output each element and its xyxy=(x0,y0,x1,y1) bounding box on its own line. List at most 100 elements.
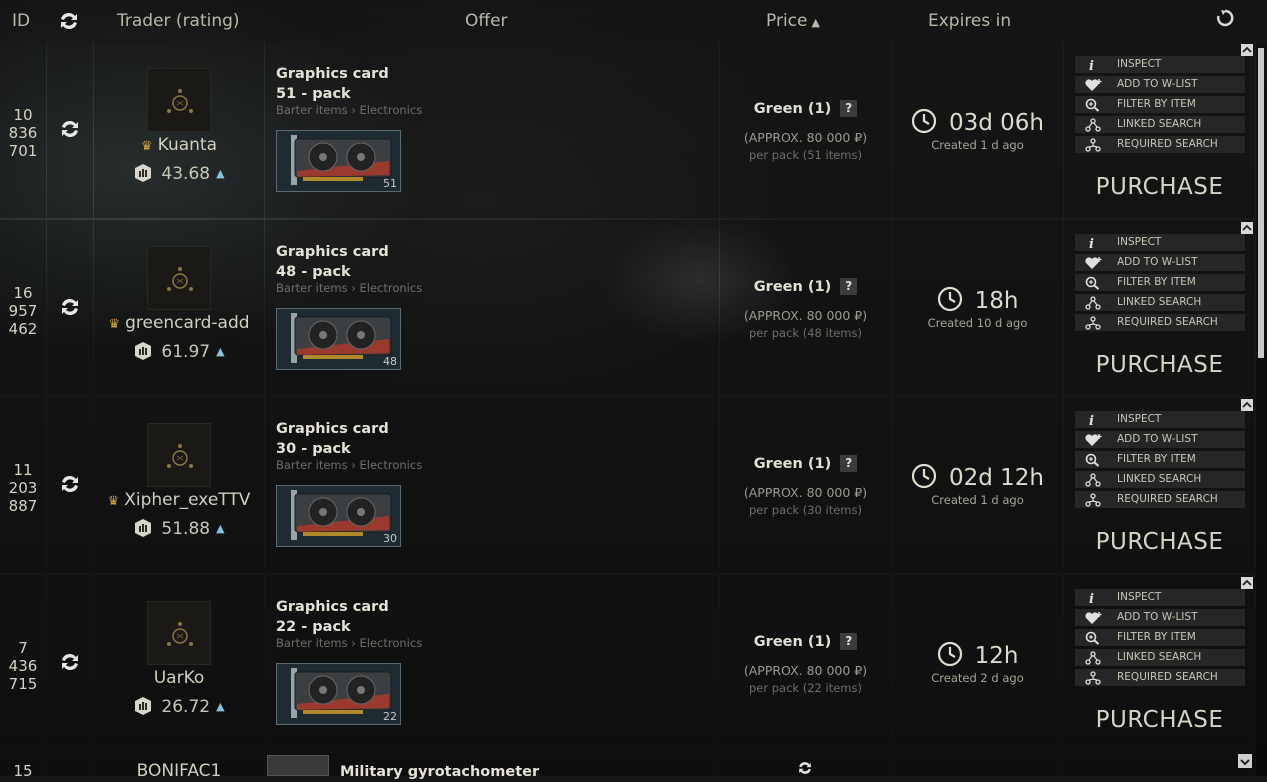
vertical-scrollbar[interactable] xyxy=(1256,42,1267,776)
offer-row[interactable]: 11 203 887 ♛ Xipher_exeTTV 51.88 ▲ Graphics … xyxy=(0,397,1255,573)
header-id[interactable]: ID xyxy=(12,11,30,31)
swap-icon[interactable] xyxy=(59,651,81,673)
header-offer[interactable]: Offer xyxy=(465,11,508,31)
required-button[interactable]: REQUIRED SEARCH xyxy=(1075,313,1245,331)
required-nodes-icon xyxy=(1085,493,1101,507)
wishlist-button[interactable]: ADD TO W-LIST xyxy=(1075,431,1245,448)
trader-name[interactable]: ♛ Xipher_exeTTV xyxy=(94,490,264,510)
price-per-pack: per pack (22 items) xyxy=(749,680,862,695)
required-label: REQUIRED SEARCH xyxy=(1117,138,1218,150)
expires-time: 02d 12h xyxy=(892,463,1063,491)
clock-icon xyxy=(937,641,962,666)
purchase-button[interactable]: PURCHASE xyxy=(1064,707,1255,733)
trader-avatar[interactable] xyxy=(147,245,211,310)
actions-cell: i INSPECT ADD TO W-LIST FILTER BY ITEM LINKE… xyxy=(1064,397,1255,573)
refresh-icon[interactable] xyxy=(1215,8,1235,28)
item-pack: 30 - pack xyxy=(276,441,351,457)
filter-button[interactable]: FILTER BY ITEM xyxy=(1075,273,1245,291)
wishlist-label: ADD TO W-LIST xyxy=(1117,433,1198,445)
header-expires[interactable]: Expires in xyxy=(928,11,1011,31)
filter-button[interactable]: FILTER BY ITEM xyxy=(1075,96,1245,113)
clock-icon xyxy=(911,108,937,134)
rating-up-icon: ▲ xyxy=(216,699,225,713)
trader-name[interactable]: BONIFAC1 xyxy=(94,761,264,781)
inspect-button[interactable]: i INSPECT xyxy=(1075,56,1245,73)
price-cell: Green (1)? (APPROX. 80 000 ₽) per pack (… xyxy=(720,574,891,751)
item-thumbnail[interactable]: 22 xyxy=(276,662,401,725)
scroll-down-button[interactable] xyxy=(1238,754,1252,768)
price-requirement: Green (1)? xyxy=(720,100,891,117)
price-cell: Green (1)? (APPROX. 80 000 ₽) per pack (… xyxy=(720,397,891,573)
trader-avatar[interactable] xyxy=(147,68,211,132)
price-approx: (APPROX. 80 000 ₽) xyxy=(743,130,868,145)
wishlist-button[interactable]: ADD TO W-LIST xyxy=(1075,76,1245,93)
price-help-button[interactable]: ? xyxy=(840,455,858,472)
required-nodes-icon xyxy=(1085,138,1101,152)
scrollbar-thumb[interactable] xyxy=(1258,48,1264,358)
inspect-button[interactable]: i INSPECT xyxy=(1075,233,1245,251)
required-nodes-icon xyxy=(1085,315,1101,330)
swap-icon[interactable] xyxy=(59,473,81,495)
offer-row-partial[interactable]: 15 BONIFAC1 Military gyrotachometer xyxy=(0,753,1255,781)
header-trader[interactable]: Trader (rating) xyxy=(117,11,240,31)
required-nodes-icon xyxy=(1085,670,1101,685)
required-button[interactable]: REQUIRED SEARCH xyxy=(1075,136,1245,153)
price-help-button[interactable]: ? xyxy=(840,100,858,117)
purchase-button[interactable]: PURCHASE xyxy=(1064,352,1255,378)
offer-cell: Graphics card 22 - pack Barter items › El… xyxy=(265,574,719,751)
required-button[interactable]: REQUIRED SEARCH xyxy=(1075,668,1245,686)
wishlist-button[interactable]: ADD TO W-LIST xyxy=(1075,253,1245,271)
inspect-label: INSPECT xyxy=(1117,590,1162,603)
offer-id-line: 887 xyxy=(8,497,38,515)
trader-name[interactable]: UarKo xyxy=(94,668,264,688)
heart-plus-icon xyxy=(1085,79,1102,91)
swap-icon[interactable] xyxy=(59,118,81,140)
price-help-button[interactable]: ? xyxy=(840,277,858,295)
swap-icon[interactable] xyxy=(58,10,80,32)
crown-icon: ♛ xyxy=(108,316,121,332)
collapse-button[interactable] xyxy=(1241,399,1253,411)
trader-avatar[interactable] xyxy=(147,600,211,665)
price-help-button[interactable]: ? xyxy=(840,632,858,650)
item-thumbnail[interactable] xyxy=(267,755,329,776)
collapse-button[interactable] xyxy=(1241,576,1253,589)
trader-name[interactable]: ♛ greencard-add xyxy=(94,313,264,333)
linked-label: LINKED SEARCH xyxy=(1117,650,1202,663)
item-thumbnail[interactable]: 30 xyxy=(276,485,401,547)
trader-avatar-icon xyxy=(167,89,193,113)
price-requirement: Green (1)? xyxy=(720,277,891,295)
trader-rating: 26.72 ▲ xyxy=(94,696,264,717)
offer-row[interactable]: 16 957 462 ♛ greencard-add 61.97 ▲ Graphics … xyxy=(0,219,1255,396)
filter-button[interactable]: FILTER BY ITEM xyxy=(1075,628,1245,646)
item-count: 48 xyxy=(383,354,397,368)
header-price[interactable]: Price ▲ xyxy=(766,11,820,31)
created-ago: Created 2 d ago xyxy=(931,670,1024,685)
purchase-button[interactable]: PURCHASE xyxy=(1064,174,1255,200)
collapse-button[interactable] xyxy=(1241,44,1253,56)
required-button[interactable]: REQUIRED SEARCH xyxy=(1075,491,1245,508)
trader-name[interactable]: ♛ Kuanta xyxy=(94,135,264,155)
purchase-button[interactable]: PURCHASE xyxy=(1064,529,1255,555)
clock-icon xyxy=(937,286,962,311)
trader-avatar[interactable] xyxy=(147,423,211,487)
filter-button[interactable]: FILTER BY ITEM xyxy=(1075,451,1245,468)
inspect-button[interactable]: i INSPECT xyxy=(1075,411,1245,428)
price-cell: Green (1)? (APPROX. 80 000 ₽) per pack (… xyxy=(720,219,891,396)
linked-button[interactable]: LINKED SEARCH xyxy=(1075,471,1245,488)
item-thumbnail[interactable]: 48 xyxy=(276,307,401,370)
heart-plus-icon xyxy=(1085,611,1102,624)
offer-row[interactable]: 7 436 715 UarKo 26.72 ▲ Graphics card 22 - p… xyxy=(0,574,1255,751)
swap-icon[interactable] xyxy=(59,296,81,318)
linked-button[interactable]: LINKED SEARCH xyxy=(1075,116,1245,133)
offer-row[interactable]: 10 836 701 ♛ Kuanta 43.68 ▲ Graphics card 51 … xyxy=(0,42,1255,218)
item-thumbnail[interactable]: 51 xyxy=(276,130,401,192)
wishlist-button[interactable]: ADD TO W-LIST xyxy=(1075,608,1245,626)
item-count: 51 xyxy=(383,177,397,190)
offer-id-line: 16 xyxy=(13,283,33,302)
inspect-button[interactable]: i INSPECT xyxy=(1075,588,1245,606)
collapse-button[interactable] xyxy=(1241,221,1253,234)
linked-button[interactable]: LINKED SEARCH xyxy=(1075,648,1245,666)
table-header: ID Trader (rating) Offer Price ▲ Expires … xyxy=(0,0,1267,42)
offer-id-line: 10 xyxy=(13,106,33,124)
linked-button[interactable]: LINKED SEARCH xyxy=(1075,293,1245,311)
